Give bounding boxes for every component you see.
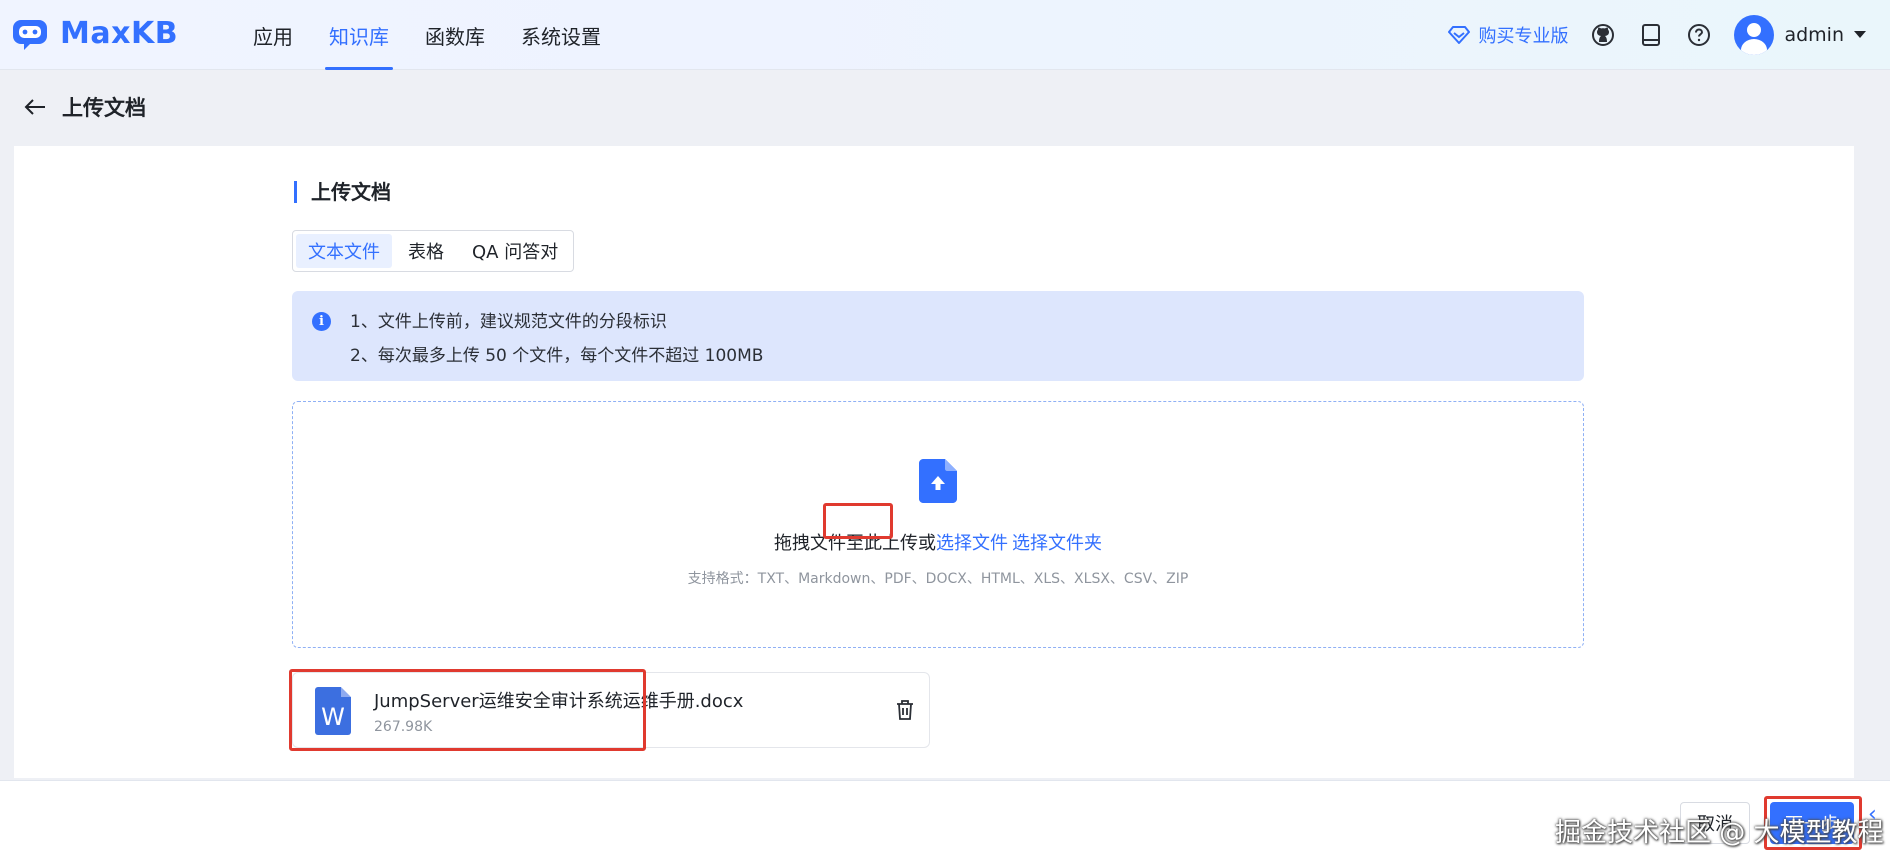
upload-card: 上传文档 文本文件 表格 QA 问答对 i 1、文件上传前，建议规范文件的分段标… (14, 146, 1854, 778)
back-arrow-icon[interactable] (24, 98, 46, 116)
section-title: 上传文档 (294, 181, 391, 203)
app-logo[interactable]: MaxKB (10, 13, 178, 53)
top-header: MaxKB 应用 知识库 函数库 系统设置 购买专业版 admin (0, 0, 1890, 70)
buy-pro-link[interactable]: 购买专业版 (1448, 22, 1568, 48)
github-icon[interactable] (1590, 22, 1616, 48)
caret-down-icon (1854, 31, 1866, 38)
help-icon[interactable] (1686, 22, 1712, 48)
delete-icon[interactable] (895, 699, 915, 721)
main-nav: 应用 知识库 函数库 系统设置 (235, 0, 619, 70)
page-subheader: 上传文档 (0, 71, 1890, 143)
upload-tips: i 1、文件上传前，建议规范文件的分段标识 2、每次最多上传 50 个文件，每个… (292, 291, 1584, 381)
watermark-text: 掘金技术社区 @ 大模型教程 (1555, 818, 1884, 848)
supported-formats: 支持格式：TXT、Markdown、PDF、DOCX、HTML、XLS、XLSX… (687, 571, 1189, 587)
nav-item-knowledge[interactable]: 知识库 (311, 0, 407, 70)
select-file-link[interactable]: 选择文件 (936, 533, 1008, 554)
header-actions: 购买专业版 admin (1448, 0, 1866, 70)
docs-icon[interactable] (1638, 22, 1664, 48)
tip-line: 2、每次最多上传 50 个文件，每个文件不超过 100MB (350, 346, 764, 366)
logo-text: MaxKB (60, 15, 179, 51)
file-type-tabs: 文本文件 表格 QA 问答对 (292, 230, 575, 272)
highlight-file-item (289, 669, 646, 751)
nav-item-settings[interactable]: 系统设置 (503, 0, 619, 70)
buy-pro-label: 购买专业版 (1478, 26, 1569, 47)
user-menu[interactable]: admin (1734, 15, 1866, 55)
upload-file-icon (919, 459, 957, 503)
diamond-icon (1448, 26, 1471, 44)
tip-line: 1、文件上传前，建议规范文件的分段标识 (350, 312, 667, 332)
avatar (1734, 15, 1775, 55)
page-title: 上传文档 (62, 96, 146, 120)
info-icon: i (312, 312, 331, 331)
nav-item-apps[interactable]: 应用 (235, 0, 311, 70)
tab-table[interactable]: 表格 (396, 234, 456, 268)
robot-logo-icon (13, 20, 47, 50)
file-dropzone[interactable]: 拖拽文件至此上传或选择文件 选择文件夹 支持格式：TXT、Markdown、PDF… (292, 401, 1584, 648)
tab-qa-pairs[interactable]: QA 问答对 (460, 234, 570, 268)
select-folder-link[interactable]: 选择文件夹 (1012, 533, 1102, 554)
tab-text-file[interactable]: 文本文件 (296, 234, 392, 268)
highlight-select-file (823, 503, 893, 539)
username: admin (1784, 24, 1844, 46)
collapse-arrow-icon[interactable]: ‹ (1868, 802, 1877, 827)
drop-instructions: 拖拽文件至此上传或选择文件 选择文件夹 (293, 529, 1583, 555)
nav-item-functions[interactable]: 函数库 (407, 0, 503, 70)
